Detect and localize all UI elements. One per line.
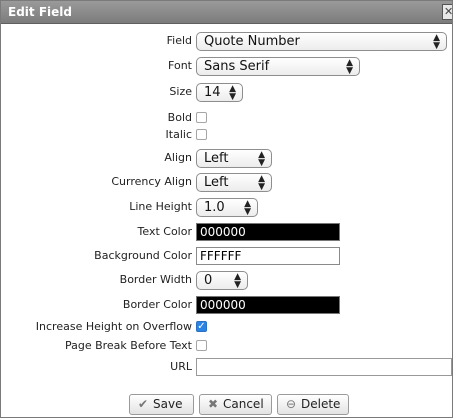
align-select-value: Left xyxy=(204,151,229,166)
currency-align-select[interactable]: Left ▲ ▼ xyxy=(196,173,272,192)
currency-align-select-value: Left xyxy=(204,175,229,190)
cancel-button[interactable]: ✖ Cancel xyxy=(199,394,272,415)
save-button-label: Save xyxy=(153,397,183,411)
border-width-select-value: 0 xyxy=(204,273,213,288)
delete-button-label: Delete xyxy=(301,397,341,411)
font-select[interactable]: Sans Serif ▲ ▼ xyxy=(196,57,360,76)
align-label: Align xyxy=(164,151,192,164)
line-height-select-value: 1.0 xyxy=(204,200,225,215)
increase-height-checkbox[interactable]: ✓ xyxy=(196,321,207,332)
page-break-checkbox[interactable] xyxy=(196,340,207,351)
align-select[interactable]: Left ▲ ▼ xyxy=(196,149,272,168)
minus-circle-icon: ⊖ xyxy=(285,397,297,411)
line-height-label: Line Height xyxy=(129,200,192,213)
select-arrows-icon: ▲ ▼ xyxy=(258,150,265,168)
field-select-value: Quote Number xyxy=(204,34,300,49)
url-label: URL xyxy=(170,360,192,373)
font-select-value: Sans Serif xyxy=(204,59,270,74)
select-arrows-icon: ▲ ▼ xyxy=(234,272,241,290)
check-icon: ✔ xyxy=(137,397,149,411)
dialog-titlebar[interactable]: Edit Field ✕ xyxy=(1,1,452,24)
text-color-input[interactable]: 000000 xyxy=(196,223,340,241)
increase-height-label: Increase Height on Overflow xyxy=(35,320,192,333)
size-select-value: 14 xyxy=(204,85,221,100)
border-width-select[interactable]: 0 ▲ ▼ xyxy=(196,271,248,290)
currency-align-label: Currency Align xyxy=(111,175,192,188)
page-break-label: Page Break Before Text xyxy=(64,339,192,352)
save-button[interactable]: ✔ Save xyxy=(129,394,194,415)
border-width-label: Border Width xyxy=(119,273,192,286)
size-select[interactable]: 14 ▲ ▼ xyxy=(196,83,243,102)
edit-field-dialog: Edit Field ✕ Field Quote Number ▲▼ Font … xyxy=(0,0,453,418)
close-icon[interactable]: ✕ xyxy=(442,4,452,20)
line-height-select[interactable]: 1.0 ▲ ▼ xyxy=(196,198,258,217)
bold-label: Bold xyxy=(167,111,192,124)
select-arrows-icon: ▲ ▼ xyxy=(229,84,236,102)
select-arrows-icon: ▲ ▼ xyxy=(244,199,251,217)
bold-checkbox[interactable] xyxy=(196,112,207,123)
font-label: Font xyxy=(168,59,192,72)
border-color-label: Border Color xyxy=(122,298,192,311)
background-color-input[interactable]: FFFFFF xyxy=(196,247,340,265)
dialog-title: Edit Field xyxy=(8,5,72,19)
field-label: Field xyxy=(166,34,192,47)
size-label: Size xyxy=(169,85,192,98)
x-icon: ✖ xyxy=(207,397,219,411)
italic-label: Italic xyxy=(165,128,192,141)
select-arrows-icon: ▲ ▼ xyxy=(433,33,440,51)
select-arrows-icon: ▲ ▼ xyxy=(346,58,353,76)
background-color-label: Background Color xyxy=(94,249,192,262)
cancel-button-label: Cancel xyxy=(223,397,264,411)
url-input[interactable] xyxy=(196,358,452,376)
field-select[interactable]: Quote Number ▲ ▼ xyxy=(196,32,447,51)
italic-checkbox[interactable] xyxy=(196,129,207,140)
delete-button[interactable]: ⊖ Delete xyxy=(277,394,349,415)
text-color-label: Text Color xyxy=(137,225,192,238)
select-arrows-icon: ▲ ▼ xyxy=(258,174,265,192)
border-color-input[interactable]: 000000 xyxy=(196,296,340,314)
